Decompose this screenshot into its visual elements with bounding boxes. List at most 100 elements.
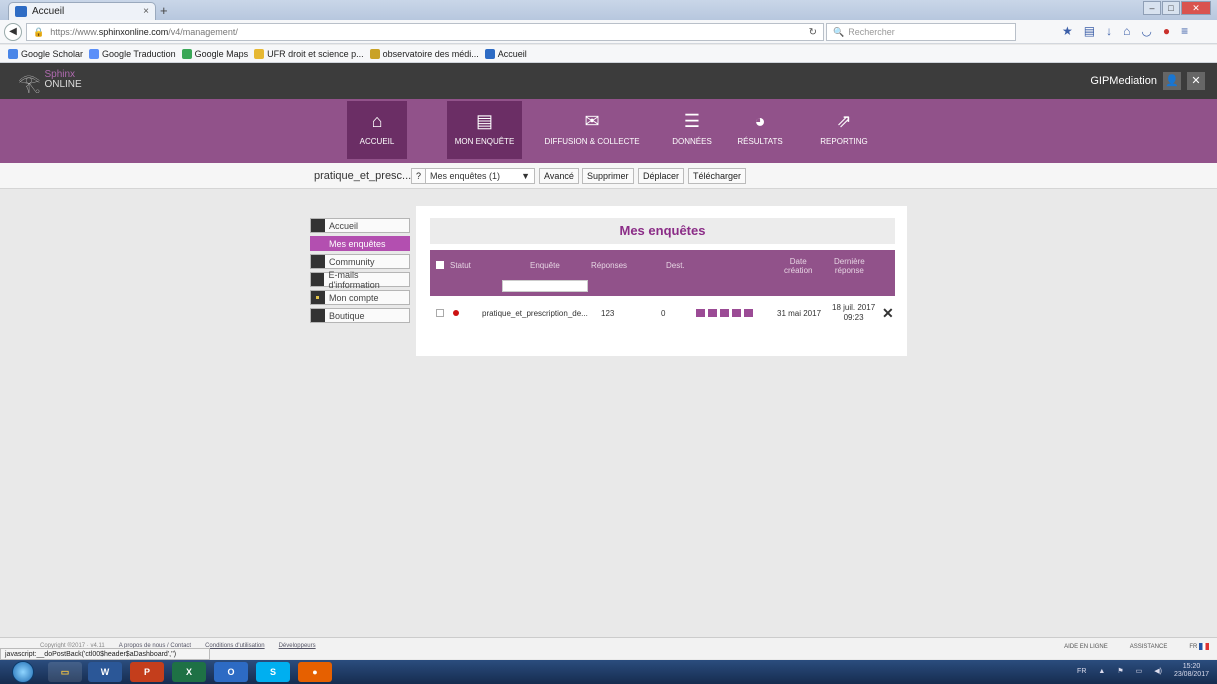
browser-tab[interactable]: Accueil ×	[8, 2, 156, 20]
header-statut[interactable]: Statut	[450, 261, 471, 270]
outlook-taskbar-icon[interactable]: O	[214, 662, 248, 682]
sphinx-logo[interactable]: 𓂀 Sphinx ONLINE	[18, 65, 82, 95]
minimize-button[interactable]: –	[1143, 1, 1161, 15]
header-dest[interactable]: Dest.	[666, 261, 685, 270]
row-actions	[696, 309, 753, 317]
export-icon[interactable]	[744, 309, 753, 317]
header-date-creation[interactable]: Date création	[784, 257, 812, 275]
explorer-taskbar-icon[interactable]: ▭	[48, 662, 82, 682]
bookmark-item[interactable]: Google Traduction	[89, 48, 176, 59]
menu-item-community[interactable]: Community	[310, 254, 410, 269]
bookmark-item[interactable]: Google Scholar	[8, 48, 83, 59]
flag-tray-icon[interactable]: ⚑	[1117, 667, 1123, 675]
supprimer-button[interactable]: Supprimer	[582, 168, 634, 184]
excel-taskbar-icon[interactable]: X	[172, 662, 206, 682]
status-dot-icon	[453, 310, 459, 316]
menu-icon[interactable]: ≡	[1181, 24, 1188, 38]
table-row[interactable]: pratique_et_prescription_de... 123 0 31 …	[430, 300, 895, 326]
user-icon[interactable]: 👤	[1163, 72, 1181, 90]
menu-swatch-icon	[311, 219, 325, 232]
pocket-icon[interactable]: ◡	[1141, 24, 1151, 38]
network-icon[interactable]: ▭	[1136, 667, 1143, 675]
online-help-link[interactable]: AIDE EN LIGNE	[1064, 644, 1108, 650]
menu-item-mes-enquetes[interactable]: Mes enquêtes	[310, 236, 410, 251]
survey-name-link[interactable]: pratique_et_prescription_de...	[482, 309, 588, 318]
volume-icon[interactable]: ◀)	[1154, 667, 1162, 675]
menu-swatch-icon	[311, 255, 325, 268]
select-all-checkbox[interactable]	[436, 261, 444, 269]
document-icon: ▤	[475, 111, 493, 131]
reload-icon[interactable]: ↻	[809, 27, 817, 38]
tray-arrow-icon[interactable]: ▲	[1098, 668, 1105, 675]
assistance-link[interactable]: ASSISTANCE	[1130, 644, 1168, 650]
bookmark-favicon-icon	[8, 48, 18, 59]
search-input[interactable]: 🔍 Rechercher	[826, 23, 1016, 41]
clipboard-icon[interactable]: ▤	[1084, 24, 1095, 38]
bookmark-favicon-icon	[369, 48, 380, 59]
nav-reporting[interactable]: ⇗ REPORTING	[815, 101, 873, 159]
bookmark-item[interactable]: UFR droit et science p...	[254, 48, 364, 59]
bookmark-item[interactable]: Accueil	[484, 48, 527, 59]
header-reponses[interactable]: Réponses	[591, 261, 627, 270]
back-arrow-icon[interactable]: ◀	[4, 23, 22, 41]
new-tab-button[interactable]: +	[160, 3, 168, 18]
nav-donnees[interactable]: ☰ DONNÉES	[666, 101, 718, 159]
header-derniere-reponse[interactable]: Dernière réponse	[834, 257, 865, 275]
bookmark-item[interactable]: observatoire des médi...	[369, 48, 479, 59]
deplacer-button[interactable]: Déplacer	[638, 168, 685, 184]
menu-item-boutique[interactable]: Boutique	[310, 308, 410, 323]
menu-swatch-icon	[311, 309, 325, 322]
edit-survey-icon[interactable]	[696, 309, 705, 317]
adblock-icon[interactable]: ●	[1163, 24, 1170, 38]
developers-link[interactable]: Développeurs	[279, 643, 316, 649]
bookmark-item[interactable]: Google Maps	[181, 48, 248, 59]
last-response: 18 juil. 2017 09:23	[832, 303, 876, 322]
window-close-button[interactable]: ✕	[1181, 1, 1211, 15]
conditions-link[interactable]: Conditions d'utilisation	[205, 643, 265, 649]
skype-taskbar-icon[interactable]: S	[256, 662, 290, 682]
nav-mon-enquete[interactable]: ▤ MON ENQUÊTE	[447, 101, 522, 159]
bookmarks-bar: Google Scholar Google Traduction Google …	[0, 45, 1217, 63]
french-flag-icon	[1199, 643, 1209, 650]
row-checkbox[interactable]	[436, 309, 444, 317]
search-placeholder: Rechercher	[848, 27, 895, 37]
user-box: GIPMediation 👤 ✕	[1090, 72, 1205, 90]
maximize-button[interactable]: □	[1162, 1, 1180, 15]
menu-swatch-icon	[311, 273, 325, 286]
input-language[interactable]: FR	[1077, 668, 1086, 675]
language-selector[interactable]: FR	[1189, 643, 1209, 650]
home-icon: ⌂	[371, 111, 383, 131]
firefox-taskbar-icon[interactable]: ●	[298, 662, 332, 682]
menu-item-emails[interactable]: E-mails d'information	[310, 270, 410, 290]
envelope-icon[interactable]	[708, 309, 717, 317]
avance-button[interactable]: Avancé	[539, 168, 579, 184]
tab-close-icon[interactable]: ×	[143, 6, 149, 17]
url-bar[interactable]: 🔒 https://www.sphinxonline.com/v4/manage…	[26, 23, 824, 41]
telecharger-button[interactable]: Télécharger	[688, 168, 747, 184]
clock[interactable]: 15:20 23/08/2017	[1174, 663, 1209, 679]
username[interactable]: GIPMediation	[1090, 75, 1157, 87]
bookmark-star-icon[interactable]: ★	[1062, 24, 1073, 38]
chevron-down-icon: ▼	[521, 171, 530, 181]
survey-select[interactable]: Mes enquêtes (1) ▼	[425, 168, 535, 184]
start-button-icon[interactable]	[12, 661, 34, 683]
nav-resultats[interactable]: ◕ RÉSULTATS	[730, 101, 790, 159]
data-icon[interactable]	[720, 309, 729, 317]
main-nav: ⌂ ACCUEIL ▤ MON ENQUÊTE ✉ DIFFUSION & CO…	[0, 99, 1217, 163]
logout-close-icon[interactable]: ✕	[1187, 72, 1205, 90]
home-browser-icon[interactable]: ⌂	[1123, 24, 1130, 38]
browser-toolbar-icons: ★ ▤ ↓ ⌂ ◡ ● ≡	[1062, 24, 1188, 38]
help-button[interactable]: ?	[411, 168, 427, 184]
download-icon[interactable]: ↓	[1106, 24, 1112, 38]
menu-item-accueil[interactable]: Accueil	[310, 218, 410, 233]
pie-chart-icon[interactable]	[732, 309, 741, 317]
survey-filter-input[interactable]	[502, 280, 588, 292]
nav-diffusion-collecte[interactable]: ✉ DIFFUSION & COLLECTE	[540, 101, 644, 159]
nav-accueil[interactable]: ⌂ ACCUEIL	[347, 101, 407, 159]
tab-title: Accueil	[32, 6, 65, 17]
header-enquete[interactable]: Enquête	[530, 261, 560, 270]
powerpoint-taskbar-icon[interactable]: P	[130, 662, 164, 682]
delete-survey-icon[interactable]: ✕	[882, 305, 894, 322]
menu-item-mon-compte[interactable]: Mon compte	[310, 290, 410, 305]
word-taskbar-icon[interactable]: W	[88, 662, 122, 682]
